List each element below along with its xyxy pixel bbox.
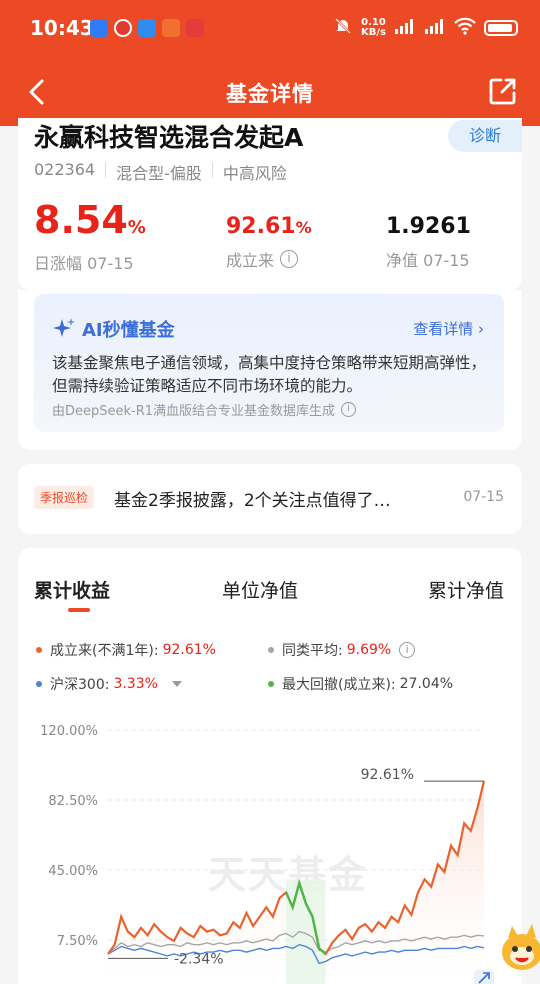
since-inception-unit: %: [295, 218, 312, 237]
news-card[interactable]: 季报巡检 基金2季报披露，2个关注点值得了… 07-15: [18, 464, 522, 534]
min-annotation: -2.34%: [174, 951, 224, 967]
nav-bar: 基金详情: [0, 62, 540, 122]
notification-icons: [90, 19, 204, 37]
fund-name: 永赢科技智选混合发起A: [34, 123, 304, 152]
performance-line-chart[interactable]: 120.00% 82.50% 45.00% 7.50% 92.61% -2.34%: [18, 708, 522, 984]
status-bar: 10:43 0.10 KB/s: [0, 0, 540, 58]
legend-fund-label: 成立来(不满1年):: [50, 643, 159, 659]
status-right: 0.10 KB/s: [333, 16, 518, 39]
y-tick-label: 82.50%: [48, 794, 98, 809]
daily-change-label: 日涨幅 07-15: [34, 254, 134, 273]
daily-change-value: 8.54%: [34, 200, 146, 248]
since-inception-value: 92.61%: [226, 214, 312, 239]
since-inception-stat: 92.61% 成立来 i: [226, 214, 312, 271]
daily-change-number: 8.54: [34, 198, 128, 242]
legend-dot: [36, 681, 42, 687]
legend-hs300[interactable]: 沪深300: 3.33%: [36, 674, 182, 694]
ai-title: AI秒懂基金: [82, 320, 175, 341]
app-notification-icon: [138, 19, 156, 37]
since-inception-number: 92.61: [226, 214, 296, 239]
performance-chart-card: 累计收益 单位净值 累计净值 成立来(不满1年): 92.61% 同类平均: 9…: [18, 548, 522, 984]
divider: [211, 162, 213, 178]
share-icon: [489, 78, 516, 105]
y-tick-label: 7.50%: [57, 934, 98, 949]
fund-summary-card: 永赢科技智选混合发起A 诊断 022364 混合型-偏股 中高风险 8.54% …: [18, 118, 522, 290]
ai-view-details-link[interactable]: 查看详情 ›: [413, 318, 484, 339]
chevron-right-icon: ›: [478, 320, 484, 338]
mute-bell-icon: [333, 16, 353, 39]
nav-label: 净值 07-15: [386, 251, 470, 270]
legend-drawdown-label: 最大回撤(成立来):: [282, 677, 396, 693]
legend-drawdown-value: 27.04%: [399, 676, 454, 692]
diagnose-button[interactable]: 诊断: [448, 120, 522, 152]
y-tick-label: 45.00%: [48, 864, 98, 879]
fund-risk: 中高风险: [222, 164, 287, 183]
nav-stat: 1.9261 净值 07-15: [386, 214, 471, 271]
app-notification-icon: [90, 19, 108, 37]
ai-footnote: 由DeepSeek-R1满血版结合专业基金数据库生成: [52, 404, 336, 419]
network-speed: 0.10 KB/s: [361, 17, 386, 38]
legend-peer-value: 9.69%: [346, 642, 392, 658]
app-notification-icon: [162, 19, 180, 37]
ai-footnote-row: 由DeepSeek-R1满血版结合专业基金数据库生成 i: [52, 400, 357, 419]
drawdown-band: [286, 879, 326, 984]
y-tick-label: 120.00%: [40, 724, 98, 739]
network-speed-unit: KB/s: [361, 26, 386, 38]
legend-hs300-value: 3.33%: [113, 676, 158, 692]
news-date: 07-15: [463, 489, 504, 505]
app-notification-icon: [114, 19, 132, 37]
fund-code: 022364: [34, 160, 96, 179]
fund-meta: 022364 混合型-偏股 中高风险: [34, 160, 287, 184]
ai-summary-box[interactable]: AI秒懂基金 查看详情 › 该基金聚焦电子通信领域，高集中度持仓策略带来短期高弹…: [34, 294, 504, 432]
share-button[interactable]: [488, 76, 518, 106]
info-icon[interactable]: i: [280, 250, 299, 268]
ai-view-details-label: 查看详情: [413, 320, 474, 338]
signal-icon: [424, 17, 446, 38]
legend-hs300-label: 沪深300:: [50, 677, 110, 693]
divider: [105, 162, 107, 178]
page-title: 基金详情: [226, 82, 314, 106]
legend-dot: [268, 681, 274, 687]
fund-type: 混合型-偏股: [116, 164, 202, 183]
daily-change-stat: 8.54% 日涨幅 07-15: [34, 200, 146, 274]
battery-icon: [484, 19, 518, 36]
daily-change-unit: %: [127, 217, 146, 238]
tab-cumulative-nav[interactable]: 累计净值: [428, 576, 504, 603]
tab-unit-nav[interactable]: 单位净值: [222, 576, 298, 603]
since-inception-label: 成立来: [226, 251, 275, 270]
status-time: 10:43: [30, 16, 94, 40]
legend-peer-label: 同类平均:: [282, 643, 343, 659]
ai-summary-text: 该基金聚焦电子通信领域，高集中度持仓策略带来短期高弹性，但需持续验证策略适应不同…: [52, 354, 487, 395]
legend-fund: 成立来(不满1年): 92.61%: [36, 640, 216, 660]
since-inception-label-row: 成立来 i: [226, 247, 312, 271]
sparkle-icon: [53, 318, 75, 337]
legend-peer: 同类平均: 9.69% i: [268, 640, 416, 660]
legend-fund-value: 92.61%: [162, 642, 216, 658]
mascot-icon[interactable]: [498, 916, 540, 978]
max-annotation: 92.61%: [361, 767, 414, 783]
info-icon[interactable]: i: [341, 402, 357, 417]
active-tab-indicator: [68, 608, 90, 612]
news-title: 基金2季报披露，2个关注点值得了…: [114, 491, 391, 511]
legend-dot: [268, 647, 274, 653]
dropdown-triangle-icon: [171, 681, 182, 687]
signal-icon: [394, 17, 416, 38]
tab-cumulative-return[interactable]: 累计收益: [34, 576, 110, 603]
info-icon[interactable]: i: [399, 642, 416, 658]
legend-drawdown: 最大回撤(成立来): 27.04%: [268, 674, 453, 694]
ai-summary-card: AI秒懂基金 查看详情 › 该基金聚焦电子通信领域，高集中度持仓策略带来短期高弹…: [18, 290, 522, 450]
legend-dot: [36, 647, 42, 653]
nav-value: 1.9261: [386, 214, 471, 239]
news-tag: 季报巡检: [34, 486, 95, 509]
app-notification-icon: [186, 19, 204, 37]
ai-title-row: AI秒懂基金: [52, 316, 175, 342]
header-bar: 10:43 0.10 KB/s 基金详情: [0, 0, 540, 126]
wifi-icon: [454, 17, 476, 38]
